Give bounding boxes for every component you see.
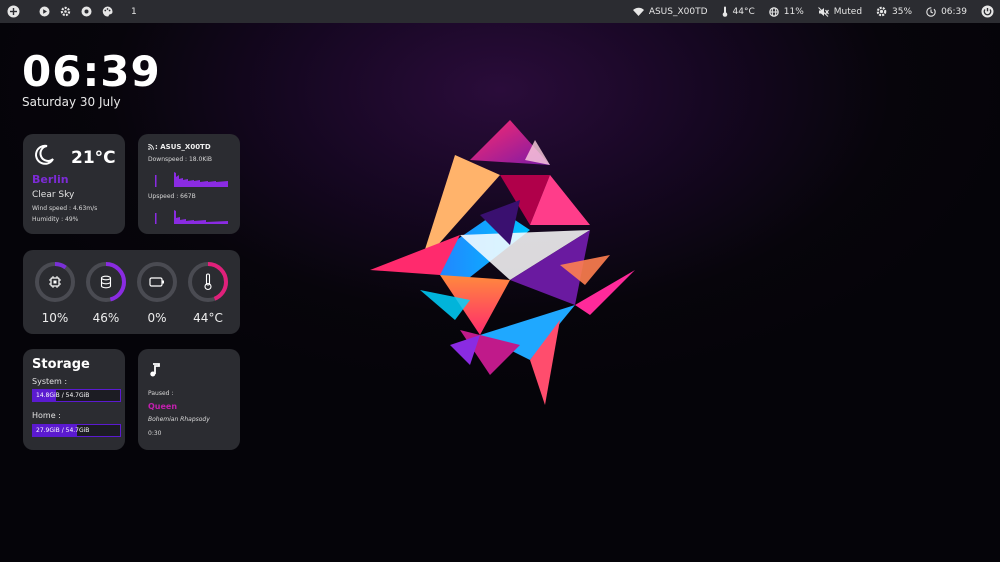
battery-icon — [149, 277, 164, 287]
battery-ring — [136, 261, 178, 303]
weather-humidity: Humidity : 49% — [32, 216, 79, 223]
desktop-clock: 06:39 — [22, 47, 161, 96]
temperature-status: 44°C — [722, 6, 755, 17]
wifi-status[interactable]: ASUS_X00TD — [632, 6, 708, 17]
home-label: Home : — [32, 411, 61, 420]
globe-icon — [768, 6, 779, 17]
weather-condition: Clear Sky — [32, 190, 75, 200]
temperature-ring — [187, 261, 229, 303]
home-storage-bar: 27.9GiB / 54.7GiB — [32, 424, 121, 437]
downspeed-graph — [155, 172, 228, 187]
storage-widget: Storage System : 14.8GiB / 54.7GiB Home … — [23, 349, 125, 450]
brightness-status[interactable]: 35% — [876, 6, 912, 17]
music-status: Paused : — [148, 390, 174, 397]
clock-icon — [926, 6, 936, 17]
cpu-value: 10% — [41, 311, 69, 325]
music-title: Bohemian Rhapsody — [148, 416, 210, 423]
network-title: : ASUS_X00TD — [155, 143, 211, 151]
wallpaper-crystal-art — [370, 120, 635, 405]
thermometer-icon — [722, 6, 727, 17]
wifi-icon — [632, 7, 644, 16]
music-artist: Queen — [148, 402, 178, 411]
storage-title: Storage — [32, 357, 90, 372]
temperature-value: 44°C — [193, 311, 223, 325]
top-bar: 1 ASUS_X00TD 44°C 11% Muted 35% 06:39 — [0, 0, 1000, 23]
brightness-value: 35% — [892, 6, 913, 17]
power-icon — [981, 5, 994, 18]
ram-ring — [85, 261, 127, 303]
network-widget: : ASUS_X00TD Downspeed : 18.0KiB Upspeed… — [138, 134, 240, 234]
wifi-name: ASUS_X00TD — [648, 6, 708, 17]
palette-icon[interactable] — [100, 5, 114, 19]
upspeed-label: Upspeed : 667B — [148, 193, 196, 200]
system-storage-bar: 14.8GiB / 54.7GiB — [32, 389, 121, 402]
moon-icon — [35, 144, 54, 165]
music-time: 0:30 — [148, 430, 162, 437]
thermometer-icon — [204, 273, 212, 291]
database-icon — [100, 275, 112, 289]
rss-icon — [148, 144, 154, 150]
system-stats-widget: 10% 46% 0% 44°C — [23, 250, 240, 334]
music-note-icon[interactable] — [149, 363, 161, 377]
clock-status[interactable]: 06:39 — [926, 7, 967, 17]
upspeed-graph — [155, 210, 228, 224]
weather-temperature: 21°C — [71, 148, 116, 168]
temperature-value: 44°C — [732, 6, 755, 17]
clock-value: 06:39 — [941, 6, 967, 17]
downspeed-label: Downspeed : 18.0KiB — [148, 156, 213, 163]
workspace-indicator[interactable]: 1 — [131, 7, 137, 17]
system-label: System : — [32, 377, 68, 386]
add-icon[interactable] — [6, 5, 20, 19]
system-storage-value: 14.8GiB / 54.7GiB — [36, 392, 90, 399]
settings-icon[interactable] — [58, 5, 72, 19]
cpu-status: 11% — [768, 6, 804, 17]
muted-icon — [817, 6, 829, 17]
desktop-date: Saturday 30 July — [22, 95, 121, 109]
brightness-icon — [876, 6, 887, 17]
power-button[interactable] — [981, 5, 994, 18]
ram-value: 46% — [92, 311, 120, 325]
cpu-ring — [34, 261, 76, 303]
weather-city: Berlin — [32, 173, 69, 186]
home-storage-value: 27.9GiB / 54.7GiB — [36, 427, 90, 434]
music-widget: Paused : Queen Bohemian Rhapsody 0:30 — [138, 349, 240, 450]
play-icon[interactable] — [37, 5, 51, 19]
volume-value: Muted — [833, 6, 863, 17]
weather-wind: Wind speed : 4.63m/s — [32, 205, 98, 212]
volume-status[interactable]: Muted — [817, 6, 863, 17]
cpu-icon — [49, 276, 61, 288]
cpu-value: 11% — [783, 6, 804, 17]
weather-widget: 21°C Berlin Clear Sky Wind speed : 4.63m… — [23, 134, 125, 234]
aperture-icon[interactable] — [79, 5, 93, 19]
battery-value: 0% — [147, 311, 167, 325]
